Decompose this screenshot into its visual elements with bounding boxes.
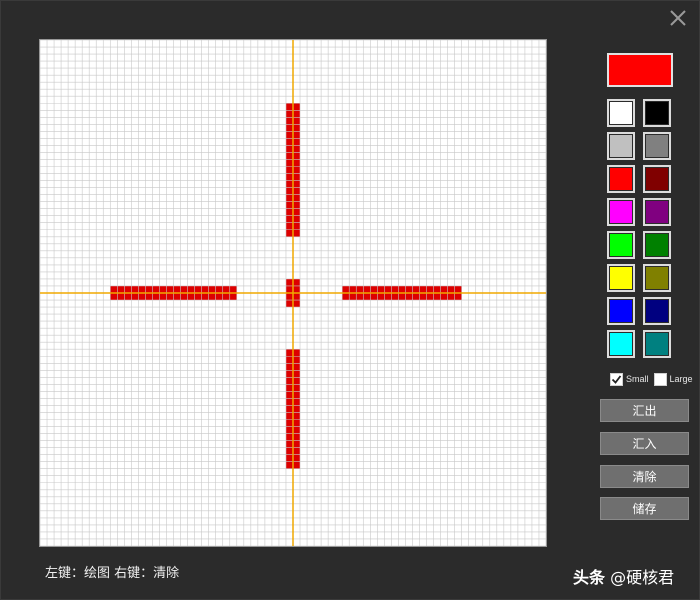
swatch-fill xyxy=(646,267,668,289)
clear-button[interactable]: 清除 xyxy=(600,465,689,488)
swatch-gray[interactable] xyxy=(643,132,671,160)
swatch-purple[interactable] xyxy=(643,198,671,226)
export-button[interactable]: 汇出 xyxy=(600,399,689,422)
watermark-brand: 头条 xyxy=(573,568,606,587)
swatch-fill xyxy=(610,168,632,190)
swatch-fill xyxy=(610,135,632,157)
swatch-fill xyxy=(610,234,632,256)
small-checkbox[interactable] xyxy=(610,372,623,386)
swatch-maroon[interactable] xyxy=(643,165,671,193)
drawing-canvas[interactable] xyxy=(39,39,547,547)
swatch-lime[interactable] xyxy=(607,231,635,259)
import-button[interactable]: 汇入 xyxy=(600,432,689,455)
swatch-fill xyxy=(646,300,668,322)
pixel-editor-window: Small Large 汇出 汇入 清除 储存 左键：绘图 右键：清除 头条 @… xyxy=(0,0,700,600)
swatch-red[interactable] xyxy=(607,165,635,193)
swatch-teal[interactable] xyxy=(643,330,671,358)
small-label: Small xyxy=(626,374,649,384)
large-checkbox[interactable] xyxy=(653,372,667,386)
close-icon xyxy=(670,10,686,26)
swatch-fill xyxy=(610,300,632,322)
swatch-fill xyxy=(646,102,668,124)
pixel-grid[interactable] xyxy=(40,40,546,546)
swatch-navy[interactable] xyxy=(643,297,671,325)
watermark: 头条 @硬核君 xyxy=(573,564,674,588)
swatch-yellow[interactable] xyxy=(607,264,635,292)
swatch-fill xyxy=(610,102,632,124)
checkmark-icon xyxy=(611,374,622,384)
swatch-green[interactable] xyxy=(643,231,671,259)
swatch-fill xyxy=(646,135,668,157)
swatch-magenta[interactable] xyxy=(607,198,635,226)
brush-size-options: Small Large xyxy=(610,371,698,387)
swatch-light-gray[interactable] xyxy=(607,132,635,160)
current-color-swatch xyxy=(607,53,673,87)
close-button[interactable] xyxy=(667,7,689,29)
swatch-fill xyxy=(610,267,632,289)
swatch-fill xyxy=(646,234,668,256)
swatch-olive[interactable] xyxy=(643,264,671,292)
swatch-fill xyxy=(646,333,668,355)
large-label: Large xyxy=(669,374,693,384)
save-button[interactable]: 储存 xyxy=(600,497,689,520)
swatch-cyan[interactable] xyxy=(607,330,635,358)
mouse-hint: 左键：绘图 右键：清除 xyxy=(45,566,180,581)
watermark-handle: @硬核君 xyxy=(610,568,675,587)
swatch-black[interactable] xyxy=(643,99,671,127)
swatch-fill xyxy=(646,201,668,223)
swatch-fill xyxy=(610,201,632,223)
swatch-fill xyxy=(610,333,632,355)
swatch-white[interactable] xyxy=(607,99,635,127)
swatch-fill xyxy=(646,168,668,190)
swatch-blue[interactable] xyxy=(607,297,635,325)
